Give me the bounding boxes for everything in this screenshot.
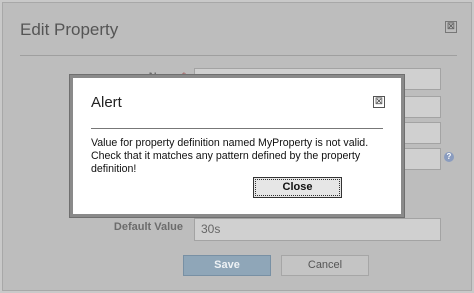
edit-dialog-divider xyxy=(20,55,457,56)
help-icon[interactable]: ? xyxy=(444,152,454,162)
alert-title: Alert xyxy=(91,94,122,111)
default-value-label: Default Value xyxy=(113,221,183,233)
alert-dialog: Alert ⊠ Value for property definition na… xyxy=(70,75,404,217)
close-button[interactable]: Close xyxy=(253,177,342,198)
edit-dialog-title: Edit Property xyxy=(20,20,119,39)
default-value-field[interactable]: 30s xyxy=(194,218,441,241)
save-button[interactable]: Save xyxy=(183,255,271,276)
alert-message: Value for property definition named MyPr… xyxy=(91,137,369,175)
edit-dialog-close-icon[interactable]: ⊠ xyxy=(445,21,457,33)
alert-close-icon[interactable]: ⊠ xyxy=(373,96,385,108)
alert-divider xyxy=(91,128,383,129)
cancel-button[interactable]: Cancel xyxy=(281,255,369,276)
